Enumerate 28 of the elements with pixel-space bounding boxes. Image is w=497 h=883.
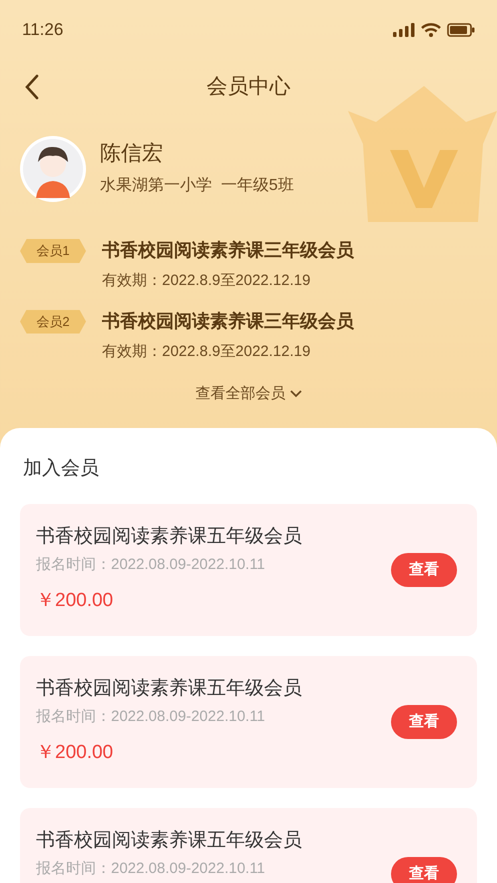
page-title: 会员中心 xyxy=(206,74,290,100)
member-title: 书香校园阅读素养课三年级会员 xyxy=(102,239,354,262)
plan-price: ￥200.00 xyxy=(36,740,114,764)
signup-period: 报名时间：2022.08.09-2022.10.11 xyxy=(36,555,266,575)
validity-period: 有效期：2022.8.9至2022.12.19 xyxy=(102,271,312,291)
plan-price: ￥200.00 xyxy=(36,588,114,612)
member-title: 书香校园阅读素养课三年级会员 xyxy=(102,310,354,332)
validity-period: 有效期：2022.8.9至2022.12.19 xyxy=(102,342,312,362)
plan-title: 书香校园阅读素养课五年级会员 xyxy=(36,525,302,549)
section-title: 加入会员 xyxy=(23,457,100,481)
member-tag: 会员2 xyxy=(20,310,86,334)
plan-title: 书香校园阅读素养课五年级会员 xyxy=(36,677,302,701)
signup-period: 报名时间：2022.08.09-2022.10.11 xyxy=(36,859,266,879)
status-time: 11:26 xyxy=(22,19,64,42)
user-name: 陈信宏 xyxy=(100,141,164,167)
signal-icon xyxy=(393,23,415,37)
signup-period: 报名时间：2022.08.09-2022.10.11 xyxy=(36,707,266,727)
chevron-down-icon xyxy=(290,390,302,398)
wifi-icon xyxy=(421,23,441,37)
view-all-button[interactable]: 查看全部会员 xyxy=(196,383,302,406)
view-button[interactable]: 查看 xyxy=(391,705,457,739)
school-class: 水果湖第一小学 一年级5班 xyxy=(100,176,294,196)
view-button[interactable]: 查看 xyxy=(391,553,457,587)
plan-title: 书香校园阅读素养课五年级会员 xyxy=(36,829,302,853)
battery-icon xyxy=(447,23,475,37)
avatar xyxy=(20,136,86,202)
member-tag: 会员1 xyxy=(20,239,86,263)
view-button[interactable]: 查看 xyxy=(391,857,457,883)
